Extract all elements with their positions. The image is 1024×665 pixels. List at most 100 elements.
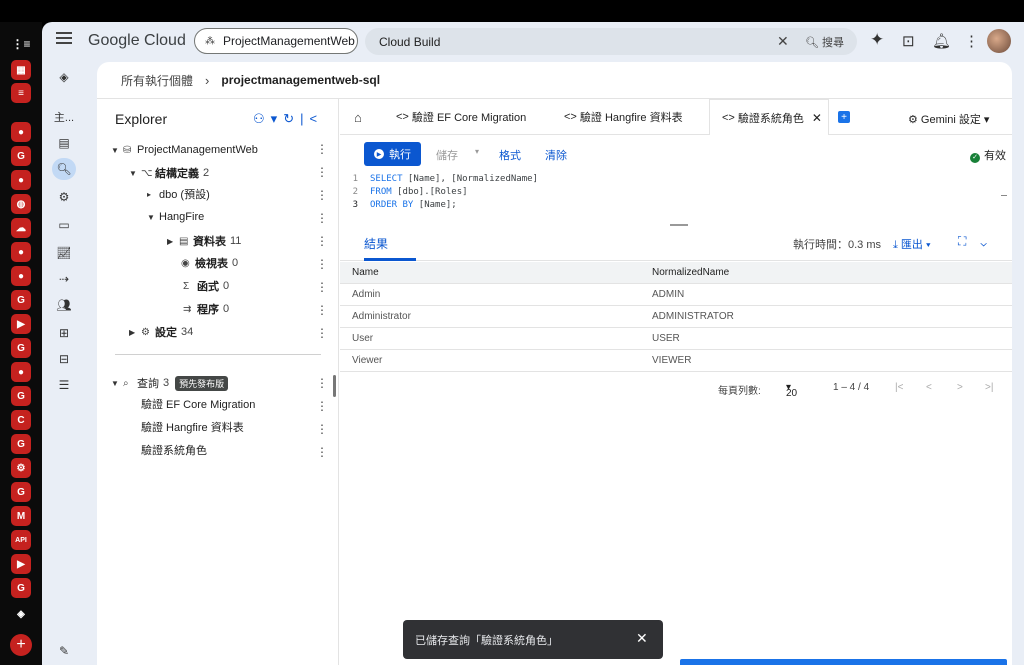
github-icon[interactable]: ● [11,122,31,142]
more-vert-icon[interactable]: ⋮ [316,303,328,317]
prev-page-icon[interactable]: < [926,382,932,393]
fullscreen-icon[interactable]: ⛶ [958,234,980,248]
github-icon[interactable]: ● [11,242,31,262]
format-button[interactable]: 格式 [499,147,521,163]
saved-query-item[interactable]: 驗證系統角色 [141,440,207,460]
saved-query-item[interactable]: 驗證 Hangfire 資料表 [141,417,244,437]
globe-icon[interactable]: ◍ [11,194,31,214]
more-vert-icon[interactable]: ⋮ [316,142,328,156]
tree-tables[interactable]: ▶ ▤ 資料表 11 [167,231,241,251]
github-icon[interactable]: ● [11,266,31,286]
home-icon[interactable]: ⌂ [354,110,362,125]
cloud-icon[interactable]: ☁ [11,218,31,238]
more-vert-icon[interactable]: ⋮ [316,422,328,436]
backups-icon[interactable]: ⊟ [52,348,76,370]
search-input[interactable]: Cloud Build ✕ 🔍︎ 搜尋 [365,28,857,55]
clear-button[interactable]: 清除 [545,147,567,163]
add-connection-icon[interactable]: ⚇▾ [253,111,283,126]
tree-schema[interactable]: ▼ ⌥ 結構定義 2 [129,163,209,183]
gemini-spark-icon[interactable]: ✦ [870,30,884,50]
gemini-settings-button[interactable]: ⚙ Gemini 設定 ▾ [908,111,989,127]
project-picker[interactable]: ⁂ ProjectManagementWeb [194,28,358,54]
overview-icon[interactable]: ▤ [52,132,76,154]
tab-hangfire-tables[interactable]: <> 驗證 Hangfire 資料表 [552,99,683,135]
more-vert-icon[interactable]: ⋮ [316,234,328,248]
next-page-icon[interactable]: > [957,382,963,393]
export-button[interactable]: ⤓ 匯出 ▾ [893,236,931,252]
more-vert-icon[interactable]: ⋮ [316,376,328,390]
youtube-icon[interactable]: ▶ [11,554,31,574]
menu-icon[interactable] [56,32,72,46]
databases-icon[interactable]: ⊞ [52,322,76,344]
more-vert-icon[interactable]: ⋮ [316,165,328,179]
breadcrumb-all-instances[interactable]: 所有執行個體 [121,72,193,89]
code-editor[interactable]: 1 SELECT [Name], [NormalizedName] 2 FROM… [340,171,1012,219]
tree-procedures[interactable]: ⇉ 程序 0 [183,299,229,319]
saved-query-item[interactable]: 驗證 EF Core Migration [141,394,255,414]
close-tab-icon[interactable]: ✕ [812,111,822,125]
google-icon[interactable]: G [11,290,31,310]
first-page-icon[interactable]: |< [895,382,903,393]
app-grid-icon[interactable]: ▦ [11,60,31,80]
tree-dbo[interactable]: ▸ dbo (預設) [147,184,210,204]
connections-icon[interactable]: ⇢ [52,268,76,290]
notifications-icon[interactable]: 🔔︎ [932,32,951,50]
release-notes-icon[interactable]: ✎ [52,640,76,662]
studio-search-icon[interactable]: 🔍︎ [52,158,76,180]
g-app-icon[interactable]: G [11,386,31,406]
rail-main-label[interactable]: 主... [52,106,76,128]
column-header[interactable]: Name [340,262,640,284]
save-button[interactable]: 儲存 [436,147,458,163]
chevron-down-icon[interactable]: ⌄ [980,234,1000,248]
column-header[interactable]: NormalizedName [640,262,1012,284]
add-icon[interactable]: + [10,634,32,656]
save-dropdown-icon[interactable]: ▾ [475,147,479,156]
metrics-icon[interactable]: 📈︎ [52,242,76,264]
g-app-icon[interactable]: G [11,434,31,454]
google-icon[interactable]: G [11,482,31,502]
more-vert-icon[interactable]: ⋮ [316,280,328,294]
layers-icon[interactable]: ◈ [11,604,31,624]
api-icon[interactable]: API [11,530,31,550]
more-vert-icon[interactable]: ⋮ [316,445,328,459]
tab-results[interactable]: 結果 [364,235,388,252]
sidebar-toggle-icon[interactable]: ⋮≡ [11,34,31,54]
medium-icon[interactable]: M [11,506,31,526]
tree-functions[interactable]: Σ 函式 0 [183,276,229,296]
collapse-panel-icon[interactable]: |< [300,111,323,126]
cloud-shell-icon[interactable]: ⊡ [902,32,915,50]
more-vert-icon[interactable]: ⋮ [316,399,328,413]
close-icon[interactable]: ✕ [636,630,648,647]
github-icon[interactable]: ● [11,362,31,382]
google-cloud-logo[interactable]: Google Cloud [88,32,186,50]
layers-icon[interactable]: ◈ [52,66,76,88]
more-vert-icon[interactable]: ⋮ [316,188,328,202]
more-vert-icon[interactable]: ⋮ [316,326,328,340]
tree-views[interactable]: ◉ 檢視表 0 [181,253,238,273]
avatar[interactable] [987,29,1011,53]
more-vert-icon[interactable]: ⋮ [316,257,328,271]
monitor-icon[interactable]: ▭ [52,214,76,236]
run-button[interactable]: ▶ 執行 [364,142,421,166]
c-app-icon[interactable]: C [11,410,31,430]
settings-icon[interactable]: ⚙ [52,186,76,208]
tree-settings[interactable]: ▶ ⚙ 設定 34 [129,322,193,342]
google-icon[interactable]: G [11,578,31,598]
search-button[interactable]: 🔍︎ 搜尋 [805,34,844,50]
search-list-icon[interactable]: ≡ [11,83,31,103]
clear-search-icon[interactable]: ✕ [777,33,789,50]
operations-icon[interactable]: ☰ [52,374,76,396]
users-icon[interactable]: 👥︎ [52,294,76,316]
tree-root[interactable]: ▼ ⛁ ProjectManagementWeb [111,140,258,160]
more-vert-icon[interactable]: ⋮ [964,32,979,50]
tab-system-roles[interactable]: <> 驗證系統角色 ✕ [709,99,829,135]
refresh-icon[interactable]: ↻ [283,111,300,126]
last-page-icon[interactable]: >| [985,382,993,393]
explorer-scrollbar[interactable] [333,375,336,397]
rows-per-page-select[interactable]: 20 ▾ [786,382,797,399]
youtube-icon[interactable]: ▶ [11,314,31,334]
google-icon[interactable]: G [11,338,31,358]
tree-queries[interactable]: ▼ ⌕ 查詢 3 預先發布版 [111,373,229,393]
tree-hangfire[interactable]: ▼ HangFire [147,207,204,227]
new-tab-icon[interactable]: + [838,111,850,123]
